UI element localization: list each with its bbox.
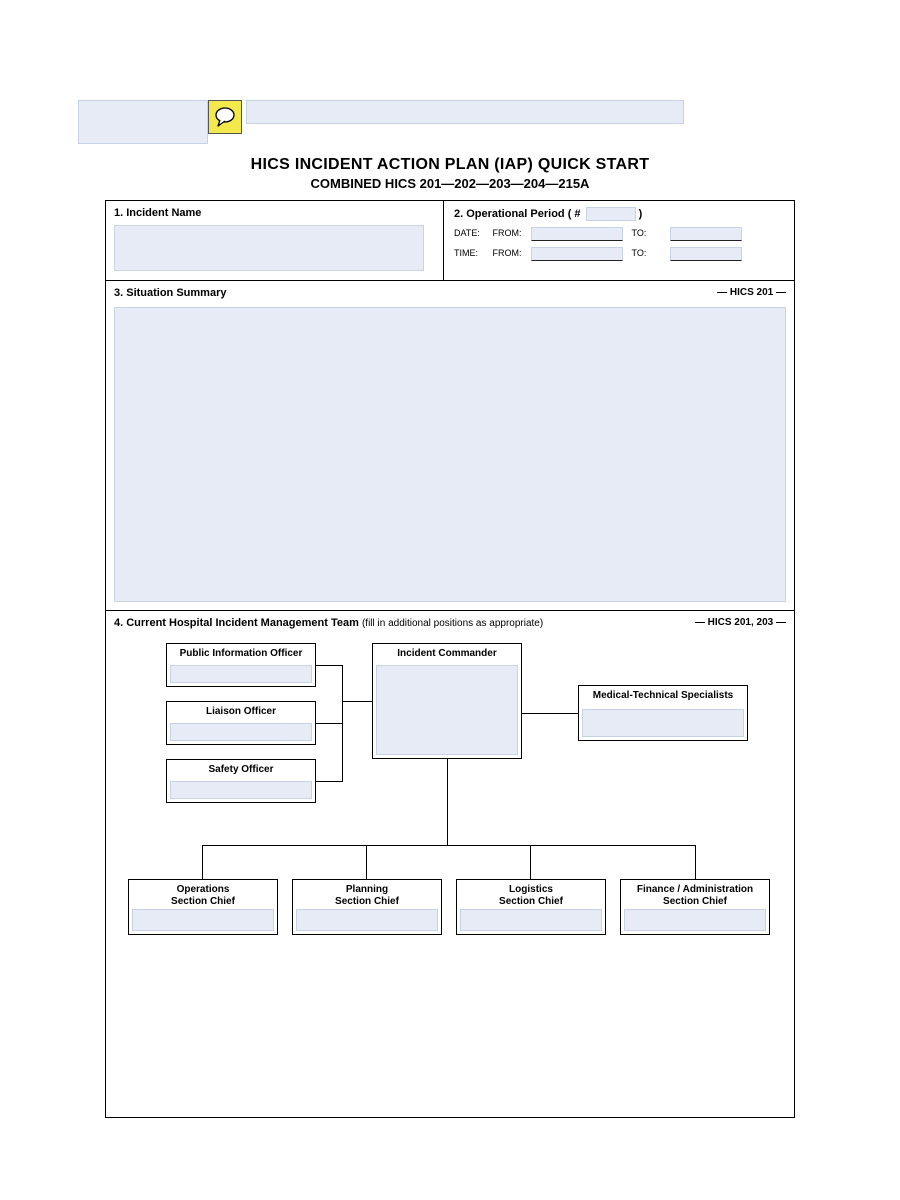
node-pio: Public Information Officer [166, 643, 316, 687]
node-medtech-label: Medical-Technical Specialists [579, 686, 747, 702]
node-log-field[interactable] [460, 909, 602, 931]
situation-summary-field[interactable] [114, 307, 786, 602]
header-field-bar[interactable] [246, 100, 684, 124]
conn [316, 723, 342, 724]
node-plan-label: PlanningSection Chief [293, 880, 441, 908]
section-operational-period: 2. Operational Period ( # ) DATE: FROM: … [444, 201, 794, 281]
situation-summary-label: 3. Situation Summary [114, 287, 786, 299]
section-management-team: 4. Current Hospital Incident Management … [106, 611, 794, 1117]
op-number-field[interactable] [586, 207, 636, 221]
conn [695, 845, 696, 879]
node-liaison: Liaison Officer [166, 701, 316, 745]
node-liaison-label: Liaison Officer [167, 702, 315, 718]
time-from-field[interactable] [531, 247, 623, 261]
conn [316, 665, 342, 666]
conn [342, 701, 372, 702]
conn [342, 665, 343, 782]
conn [522, 713, 578, 714]
comment-icon[interactable] [208, 100, 242, 134]
node-pio-label: Public Information Officer [167, 644, 315, 660]
node-commander-field[interactable] [376, 665, 518, 755]
incident-name-field[interactable] [114, 225, 424, 271]
operational-period-label: 2. Operational Period ( # ) [454, 207, 786, 221]
node-safety: Safety Officer [166, 759, 316, 803]
op-label-close: ) [639, 208, 643, 220]
date-to-field[interactable] [670, 227, 742, 241]
node-medtech-field[interactable] [582, 709, 744, 737]
node-plan: PlanningSection Chief [292, 879, 442, 935]
node-pio-field[interactable] [170, 665, 312, 683]
conn [202, 845, 203, 879]
section-incident-name: 1. Incident Name [106, 201, 444, 281]
form-container: 1. Incident Name 2. Operational Period (… [105, 200, 795, 1118]
date-label: DATE: [454, 228, 490, 238]
time-from-label: FROM: [493, 248, 529, 258]
org-chart: Public Information Officer Liaison Offic… [106, 635, 794, 1117]
conn [366, 845, 367, 879]
management-team-ref: — HICS 201, 203 — [695, 617, 786, 628]
node-ops-label: OperationsSection Chief [129, 880, 277, 908]
node-ops: OperationsSection Chief [128, 879, 278, 935]
conn [530, 845, 531, 879]
node-fin: Finance / AdministrationSection Chief [620, 879, 770, 935]
node-log: LogisticsSection Chief [456, 879, 606, 935]
time-to-field[interactable] [670, 247, 742, 261]
op-time-row: TIME: FROM: TO: [454, 247, 786, 261]
situation-summary-ref: — HICS 201 — [717, 287, 786, 298]
section-situation-summary: 3. Situation Summary — HICS 201 — [106, 281, 794, 611]
mgmt-label-text: 4. Current Hospital Incident Management … [114, 617, 359, 629]
node-safety-field[interactable] [170, 781, 312, 799]
op-date-row: DATE: FROM: TO: [454, 227, 786, 241]
date-from-label: FROM: [493, 228, 529, 238]
node-liaison-field[interactable] [170, 723, 312, 741]
conn [202, 845, 696, 846]
node-log-label: LogisticsSection Chief [457, 880, 605, 908]
node-plan-field[interactable] [296, 909, 438, 931]
doc-subtitle: COMBINED HICS 201—202—203—204—215A [0, 176, 900, 191]
node-fin-label: Finance / AdministrationSection Chief [621, 880, 769, 908]
incident-name-label: 1. Incident Name [114, 207, 435, 219]
node-commander-label: Incident Commander [373, 644, 521, 660]
op-label-text: 2. Operational Period ( # [454, 208, 581, 220]
conn [316, 781, 342, 782]
header-field-left[interactable] [78, 100, 208, 144]
node-medtech: Medical-Technical Specialists [578, 685, 748, 741]
doc-title: HICS INCIDENT ACTION PLAN (IAP) QUICK ST… [0, 156, 900, 174]
date-to-label: TO: [632, 228, 668, 238]
node-commander: Incident Commander [372, 643, 522, 759]
page: HICS INCIDENT ACTION PLAN (IAP) QUICK ST… [0, 0, 900, 1200]
time-to-label: TO: [632, 248, 668, 258]
date-from-field[interactable] [531, 227, 623, 241]
mgmt-hint: (fill in additional positions as appropr… [362, 618, 543, 629]
node-ops-field[interactable] [132, 909, 274, 931]
management-team-label: 4. Current Hospital Incident Management … [114, 617, 786, 629]
node-fin-field[interactable] [624, 909, 766, 931]
time-label: TIME: [454, 248, 490, 258]
conn [447, 759, 448, 845]
node-safety-label: Safety Officer [167, 760, 315, 776]
